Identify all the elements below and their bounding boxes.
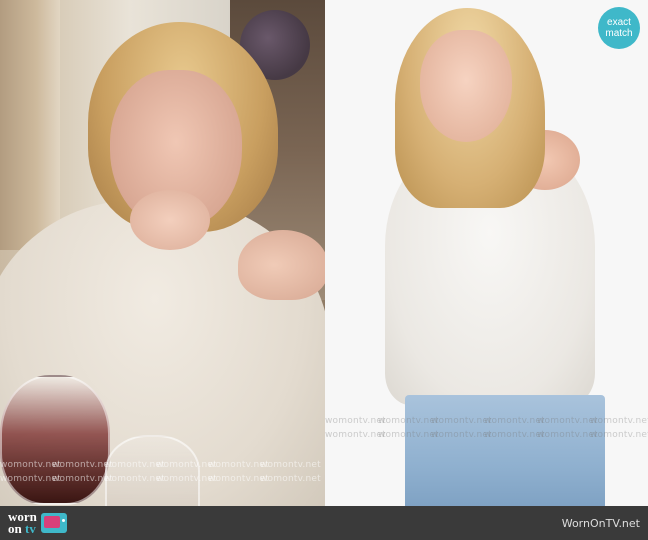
product-face [420,30,512,142]
wornontv-logo[interactable]: worn on tv [8,510,67,536]
logo-word-tv: tv [24,521,36,536]
watermark-text: womontv.net [484,416,545,426]
image-stage: womontv.net womontv.net womontv.net womo… [0,0,648,506]
product-photo: womontv.net womontv.net womontv.net womo… [325,0,648,506]
water-glass [105,435,200,506]
watermark-text: womontv.net [378,430,439,440]
watermark-text: womontv.net [537,430,598,440]
product-jeans [405,395,605,506]
watermark-text: womontv.net [260,474,321,484]
watermark-text: womontv.net [378,416,439,426]
logo-wordmark: worn on tv [8,510,37,536]
watermark-text: womontv.net [484,430,545,440]
badge-line-2: match [605,28,633,39]
site-name[interactable]: WornOnTV.net [562,517,640,530]
logo-word-on: on [8,521,22,536]
watermark-text: womontv.net [431,416,492,426]
watermark-text: womontv.net [590,416,648,426]
logo-word-on-tv: on tv [8,521,37,536]
footer-bar: worn on tv WornOnTV.net [0,506,648,540]
tv-icon [40,513,67,533]
watermark-text: womontv.net [260,460,321,470]
scene-photo: womontv.net womontv.net womontv.net womo… [0,0,325,506]
scene-bare-shoulder [238,230,325,300]
watermark-text: womontv.net [590,430,648,440]
watermark-text: womontv.net [325,430,386,440]
curtain [0,0,60,250]
wine-glass [0,375,110,505]
watermark-text: womontv.net [431,430,492,440]
exact-match-badge: exact match [598,7,640,49]
scene-hand [130,190,210,250]
watermark-text: womontv.net [325,416,386,426]
watermark-text: womontv.net [537,416,598,426]
badge-line-1: exact [607,17,631,28]
